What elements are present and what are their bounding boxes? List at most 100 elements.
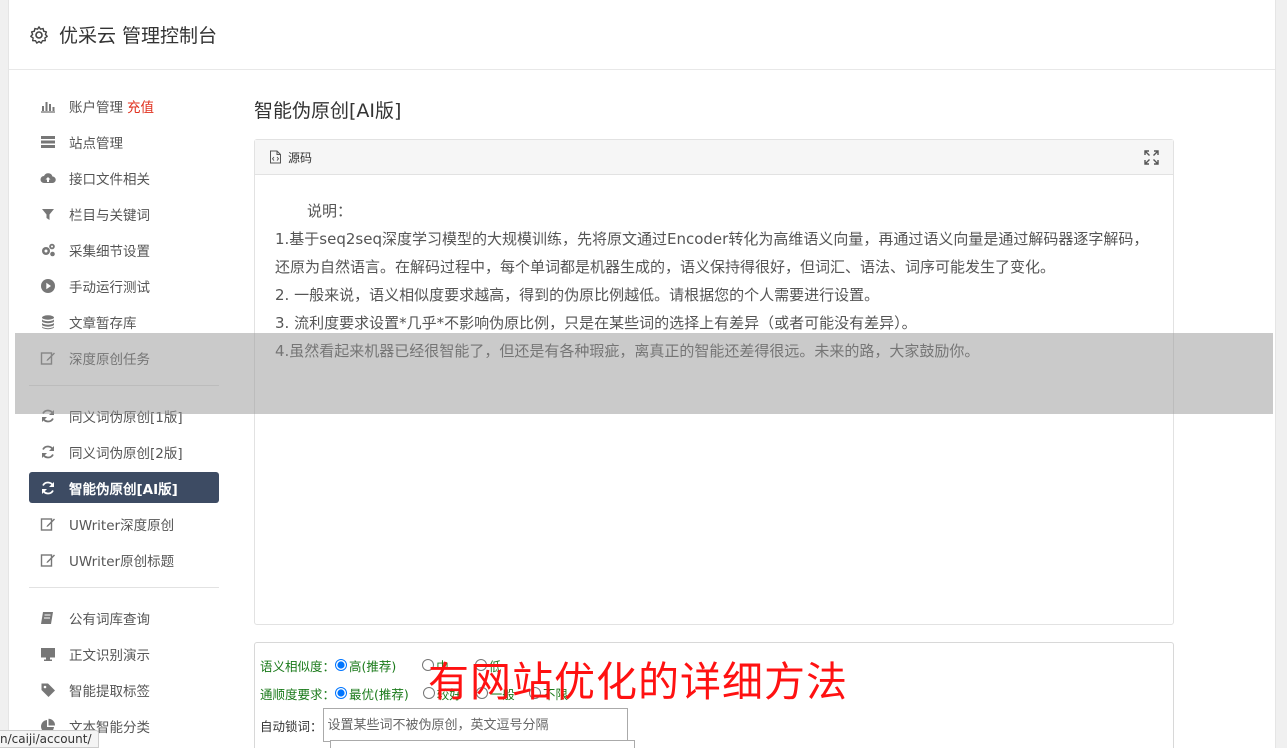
- sidebar-item-collect-settings[interactable]: 采集细节设置: [29, 234, 219, 265]
- extra-input-row: [260, 740, 1173, 748]
- sidebar-item-columns-keywords[interactable]: 栏目与关键词: [29, 198, 219, 229]
- option-label: 较好: [436, 686, 462, 702]
- fullscreen-icon[interactable]: [1144, 150, 1159, 165]
- sidebar-item-account[interactable]: 账户管理 充值: [29, 90, 219, 121]
- sidebar-item-deep-original-task[interactable]: 深度原创任务: [29, 342, 219, 373]
- bar-chart-icon: [39, 97, 57, 115]
- book-icon: [39, 609, 57, 627]
- recharge-link[interactable]: 充值: [127, 96, 154, 116]
- fluency-radio-any[interactable]: [528, 687, 541, 699]
- intro-text: 说明：: [307, 202, 353, 220]
- description-line: 1.基于seq2seq深度学习模型的大规模训练，先将原文通过Encoder转化为…: [275, 230, 1149, 276]
- option-label: 中: [436, 658, 449, 674]
- play-circle-icon: [39, 277, 57, 295]
- edit-icon: [39, 515, 57, 533]
- sidebar-item-public-dictionary[interactable]: 公有词库查询: [29, 602, 219, 633]
- console-frame: 优采云 管理控制台 账户管理 充值 站点管理 接口文件相关 栏目与关键词 采集细…: [8, 0, 1276, 748]
- option-label: 低: [488, 658, 502, 674]
- sidebar-item-label: UWriter原创标题: [69, 553, 175, 570]
- sidebar-item-label: 智能伪原创[AI版]: [69, 481, 178, 498]
- similarity-radio-medium[interactable]: [422, 659, 435, 671]
- sidebar-item-label: 账户管理: [69, 99, 123, 116]
- sidebar-item-synonym-v2[interactable]: 同义词伪原创[2版]: [29, 436, 219, 467]
- sidebar-item-interface-files[interactable]: 接口文件相关: [29, 162, 219, 193]
- fluency-radio-best[interactable]: [335, 687, 348, 699]
- sidebar-item-label: 公有词库查询: [69, 611, 150, 628]
- sidebar-item-label: 采集细节设置: [69, 243, 150, 260]
- description-line: 4.虽然看起来机器已经很智能了，但还是有各种瑕疵，离真正的智能还差得很远。未来的…: [275, 342, 980, 360]
- sidebar-item-sites[interactable]: 站点管理: [29, 126, 219, 157]
- sidebar-item-label: 深度原创任务: [69, 351, 150, 368]
- fluency-row: 通顺度要求： 最优(推荐) 较好 一般 不限: [260, 679, 1173, 707]
- file-code-icon: [270, 150, 281, 164]
- source-panel: 源码 说明： 1.基于seq2seq深度学习模型的大规模训练，先将原文通过Enc…: [254, 139, 1174, 625]
- page-header-title: 优采云 管理控制台: [59, 25, 218, 47]
- main-content: 智能伪原创[AI版] 源码 说明： 1.基于seq2seq深度学习模型的大规模训…: [254, 96, 1174, 625]
- lock-words-label: 自动锁词：: [260, 718, 323, 734]
- lock-words-row: 自动锁词：: [260, 707, 1173, 743]
- fluency-radio-good[interactable]: [422, 687, 435, 699]
- server-icon: [39, 133, 57, 151]
- sidebar-item-manual-run[interactable]: 手动运行测试: [29, 270, 219, 301]
- sidebar-divider: [29, 385, 219, 386]
- option-label: 一般: [489, 686, 515, 702]
- sidebar: 账户管理 充值 站点管理 接口文件相关 栏目与关键词 采集细节设置 手动运行测试…: [29, 90, 219, 746]
- header: 优采云 管理控制台: [9, 0, 1275, 70]
- filter-icon: [39, 205, 57, 223]
- description-line: 2. 一般来说，语义相似度要求越高，得到的伪原比例越低。请根据您的个人需要进行设…: [275, 286, 880, 304]
- sidebar-item-label: 正文识别演示: [69, 647, 150, 664]
- similarity-radio-low[interactable]: [474, 659, 487, 671]
- edit-icon: [39, 551, 57, 569]
- sidebar-item-uwriter-title[interactable]: UWriter原创标题: [29, 544, 219, 575]
- similarity-radio-high[interactable]: [335, 659, 348, 671]
- cloud-upload-icon: [39, 169, 57, 187]
- fluency-option-any[interactable]: 不限: [528, 684, 568, 703]
- page-title: 智能伪原创[AI版]: [254, 100, 402, 122]
- settings-form: 语义相似度： 高(推荐) 中 低 通顺度要求： 最优(推荐) 较好 一般 不限 …: [254, 642, 1174, 748]
- refresh-icon: [39, 443, 57, 461]
- option-label: 最优(推荐): [349, 686, 409, 702]
- sidebar-item-label: 同义词伪原创[1版]: [69, 409, 183, 426]
- fluency-option-good[interactable]: 较好: [422, 684, 462, 703]
- sidebar-item-label: 智能提取标签: [69, 683, 150, 700]
- fluency-label: 通顺度要求：: [260, 686, 336, 702]
- panel-header: 源码: [255, 140, 1173, 175]
- sidebar-item-label: UWriter深度原创: [69, 517, 175, 534]
- similarity-row: 语义相似度： 高(推荐) 中 低: [260, 651, 1173, 679]
- similarity-option-low[interactable]: 低: [474, 656, 502, 675]
- sidebar-item-tag-extraction[interactable]: 智能提取标签: [29, 674, 219, 705]
- sidebar-item-uwriter-deep[interactable]: UWriter深度原创: [29, 508, 219, 539]
- sidebar-item-ai-rewrite[interactable]: 智能伪原创[AI版]: [29, 472, 219, 503]
- sidebar-item-synonym-v1[interactable]: 同义词伪原创[1版]: [29, 400, 219, 431]
- database-icon: [39, 313, 57, 331]
- sidebar-item-text-recognition[interactable]: 正文识别演示: [29, 638, 219, 669]
- sidebar-item-label: 文章暂存库: [69, 315, 137, 332]
- gear-icon: [30, 25, 48, 44]
- option-label: 不限: [542, 686, 568, 702]
- edit-icon: [39, 349, 57, 367]
- sidebar-item-label: 同义词伪原创[2版]: [69, 445, 183, 462]
- fluency-radio-normal[interactable]: [475, 687, 488, 699]
- tag-icon: [39, 681, 57, 699]
- option-label: 高(推荐): [349, 658, 397, 674]
- sidebar-item-label: 栏目与关键词: [69, 207, 150, 224]
- similarity-option-medium[interactable]: 中: [422, 656, 449, 675]
- sidebar-item-article-storage[interactable]: 文章暂存库: [29, 306, 219, 337]
- gears-icon: [39, 241, 57, 259]
- refresh-icon: [39, 479, 57, 497]
- description-line: 3. 流利度要求设置*几乎*不影响伪原比例，只是在某些词的选择上有差异（或者可能…: [275, 314, 917, 332]
- desktop-icon: [39, 645, 57, 663]
- status-bar-url: n/caiji/account/: [0, 730, 99, 748]
- source-tab[interactable]: 源码: [288, 149, 312, 166]
- similarity-option-high[interactable]: 高(推荐): [335, 656, 396, 675]
- fluency-option-normal[interactable]: 一般: [475, 684, 515, 703]
- panel-body: 说明： 1.基于seq2seq深度学习模型的大规模训练，先将原文通过Encode…: [255, 175, 1173, 365]
- sidebar-item-label: 站点管理: [69, 135, 123, 152]
- similarity-label: 语义相似度：: [260, 658, 336, 674]
- sidebar-item-label: 手动运行测试: [69, 279, 150, 296]
- refresh-icon: [39, 407, 57, 425]
- lock-words-input[interactable]: [322, 708, 628, 742]
- sidebar-item-label: 接口文件相关: [69, 171, 150, 188]
- extra-input[interactable]: [330, 740, 635, 748]
- fluency-option-best[interactable]: 最优(推荐): [335, 684, 409, 703]
